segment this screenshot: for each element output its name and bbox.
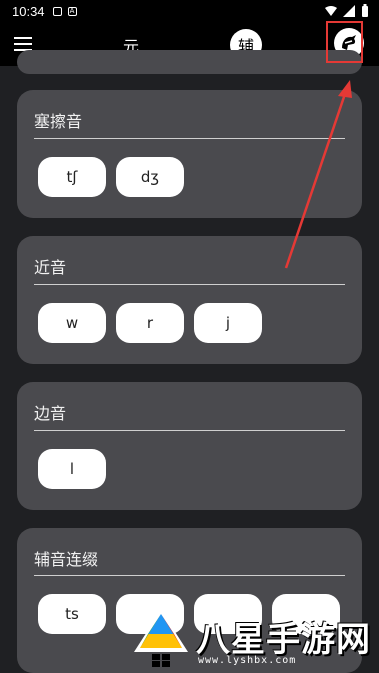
phoneme-chip[interactable]: tʃ bbox=[38, 157, 106, 197]
signal-icon bbox=[343, 4, 355, 17]
card-laterals: 边音 l bbox=[17, 382, 362, 510]
app-notification-icon: A bbox=[67, 6, 77, 16]
watermark: 八星手游网 www.lyshbx.com bbox=[130, 602, 375, 672]
card-partial bbox=[17, 50, 362, 74]
battery-icon bbox=[362, 4, 368, 17]
divider bbox=[34, 430, 345, 431]
divider bbox=[34, 284, 345, 285]
status-time: 10:34 bbox=[12, 3, 45, 19]
card-title: 边音 bbox=[34, 404, 67, 423]
card-approximants: 近音 w r j bbox=[17, 236, 362, 364]
phoneme-chip[interactable]: ts bbox=[38, 594, 106, 634]
menu-icon[interactable] bbox=[14, 37, 32, 51]
divider bbox=[34, 138, 345, 139]
watermark-brand: 八星手游网 bbox=[196, 620, 371, 660]
notification-icon bbox=[52, 6, 62, 16]
card-title: 近音 bbox=[34, 258, 67, 277]
watermark-url: www.lyshbx.com bbox=[198, 655, 297, 666]
phoneme-chip[interactable]: dʒ bbox=[116, 157, 184, 197]
phoneme-chip[interactable]: r bbox=[116, 303, 184, 343]
card-title: 辅音连缀 bbox=[34, 550, 99, 569]
phoneme-chip[interactable]: j bbox=[194, 303, 262, 343]
highlight-box bbox=[326, 21, 363, 63]
phoneme-chip[interactable]: l bbox=[38, 449, 106, 489]
divider bbox=[34, 575, 345, 576]
card-title: 塞擦音 bbox=[34, 112, 83, 131]
card-affricates: 塞擦音 tʃ dʒ bbox=[17, 90, 362, 218]
wifi-icon bbox=[325, 5, 337, 16]
watermark-logo-icon bbox=[134, 610, 188, 667]
phoneme-chip[interactable]: w bbox=[38, 303, 106, 343]
status-bar: 10:34 A bbox=[0, 0, 379, 22]
